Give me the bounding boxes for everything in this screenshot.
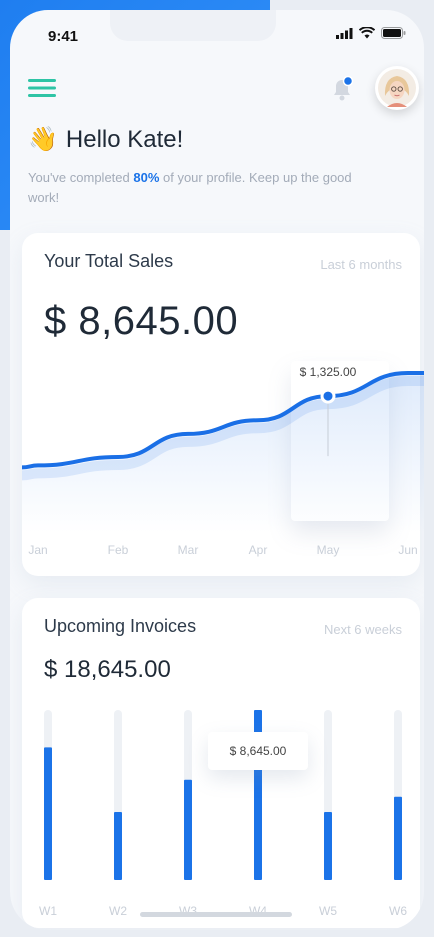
bell-icon[interactable] [330, 75, 354, 103]
signal-icon [336, 27, 353, 39]
hamburger-icon[interactable] [28, 78, 56, 98]
wifi-icon [359, 27, 375, 39]
greeting-text: Hello Kate! [65, 125, 184, 153]
avatar[interactable] [375, 66, 419, 110]
month-label-apr: Apr [248, 543, 268, 557]
total-sales-card[interactable]: Your Total Sales Last 6 months $ 8,645.0… [22, 233, 424, 576]
week-label-w5: W5 [319, 904, 337, 918]
wave-icon: 👋 [28, 126, 58, 153]
week-label-w1: W1 [39, 904, 57, 918]
status-icons [336, 27, 406, 39]
week-label-w6: W6 [389, 904, 407, 918]
phone-screen: 9:41 👋 Hello Kate! You've completed 80% … [10, 10, 424, 930]
bar-w3[interactable] [184, 779, 192, 880]
bar-w6[interactable] [394, 796, 402, 880]
week-label-w2: W2 [109, 904, 127, 918]
month-label-may: May [316, 543, 340, 557]
profile-percent: 80% [133, 170, 160, 185]
sales-x-axis: Jan Feb Mar Apr May Jun [22, 543, 420, 561]
status-time: 9:41 [48, 28, 79, 45]
notification-dot [342, 75, 354, 87]
month-label-jun: Jun [398, 543, 418, 557]
bar-w5[interactable] [324, 812, 332, 880]
upcoming-invoices-card[interactable]: Upcoming Invoices Next 6 weeks $ 18,645.… [22, 598, 420, 928]
bar-w2[interactable] [114, 812, 122, 880]
month-label-feb: Feb [107, 543, 129, 557]
notch [110, 10, 276, 41]
home-indicator[interactable] [140, 912, 292, 917]
sales-highlight-label: $ 1,325.00 [300, 365, 357, 379]
bar-w1[interactable] [44, 747, 52, 880]
profile-progress-text: You've completed 80% of your profile. Ke… [28, 170, 352, 205]
battery-icon [381, 27, 406, 39]
month-label-jan: Jan [28, 543, 48, 557]
greeting: 👋 Hello Kate! [28, 125, 183, 154]
invoice-tooltip-label: $ 8,645.00 [229, 744, 287, 758]
sales-line-chart[interactable]: $ 1,325.00 [22, 233, 424, 543]
sales-highlight-point[interactable] [320, 388, 336, 404]
invoice-tooltip: $ 8,645.00 [208, 732, 308, 770]
month-label-mar: Mar [177, 543, 199, 557]
